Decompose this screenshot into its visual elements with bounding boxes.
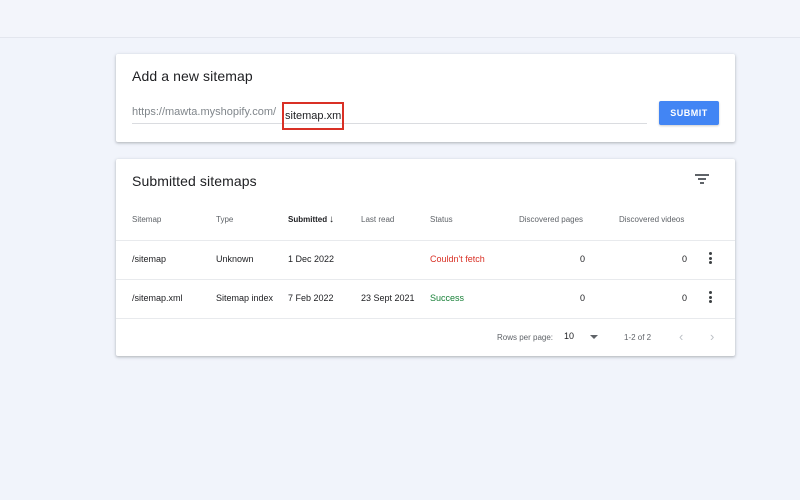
column-header-discovered-pages[interactable]: Discovered pages [519, 215, 583, 224]
cell-submitted: 7 Feb 2022 [288, 293, 334, 303]
caret-down-icon [590, 335, 598, 339]
column-header-last-read[interactable]: Last read [361, 215, 394, 224]
column-header-discovered-videos[interactable]: Discovered videos [619, 215, 684, 224]
column-header-submitted[interactable]: Submitted [288, 215, 327, 224]
cell-status: Couldn't fetch [430, 254, 485, 264]
more-vert-icon[interactable] [708, 290, 714, 304]
cell-status: Success [430, 293, 465, 303]
table-row[interactable]: /sitemap.xml Sitemap index 7 Feb 2022 23… [116, 279, 735, 318]
cell-last-read: 23 Sept 2021 [361, 293, 415, 303]
rows-per-page-value: 10 [564, 331, 575, 341]
submitted-sitemaps-title: Submitted sitemaps [132, 173, 257, 189]
add-sitemap-title: Add a new sitemap [132, 68, 253, 84]
add-sitemap-card: Add a new sitemap https://mawta.myshopif… [116, 54, 735, 142]
cell-discovered-pages: 0 [579, 254, 585, 264]
url-prefix: https://mawta.myshopify.com/ [132, 106, 277, 118]
cell-sitemap: /sitemap [132, 254, 167, 264]
cell-discovered-pages: 0 [579, 293, 585, 303]
column-header-sitemap[interactable]: Sitemap [132, 215, 161, 224]
submit-button[interactable]: SUBMIT [659, 101, 719, 125]
cell-sitemap: /sitemap.xml [132, 293, 183, 303]
chevron-left-icon[interactable]: ‹ [679, 329, 683, 344]
top-bar [0, 0, 800, 38]
cell-type: Unknown [216, 254, 254, 264]
sitemap-url-input[interactable] [282, 102, 344, 130]
table-row[interactable]: /sitemap Unknown 1 Dec 2022 Couldn't fet… [116, 240, 735, 279]
cell-submitted: 1 Dec 2022 [288, 254, 335, 264]
rows-per-page-select[interactable]: 10 [564, 331, 604, 345]
cell-type: Sitemap index [216, 293, 274, 303]
table-footer: Rows per page: 10 1-2 of 2 ‹ › [116, 318, 735, 356]
pagination-range: 1-2 of 2 [624, 333, 652, 342]
cell-discovered-videos: 0 [681, 254, 687, 264]
sort-down-icon[interactable]: ↓ [329, 214, 334, 225]
rows-per-page-label: Rows per page: [497, 333, 554, 342]
column-header-status[interactable]: Status [430, 215, 453, 224]
sitemap-url-row: https://mawta.myshopify.com/ [132, 102, 647, 130]
submitted-sitemaps-card: Submitted sitemaps Sitemap Type Submitte… [116, 159, 735, 356]
filter-icon[interactable] [695, 173, 709, 185]
chevron-right-icon[interactable]: › [710, 329, 714, 344]
column-header-type[interactable]: Type [216, 215, 233, 224]
cell-discovered-videos: 0 [681, 293, 687, 303]
more-vert-icon[interactable] [708, 251, 714, 265]
